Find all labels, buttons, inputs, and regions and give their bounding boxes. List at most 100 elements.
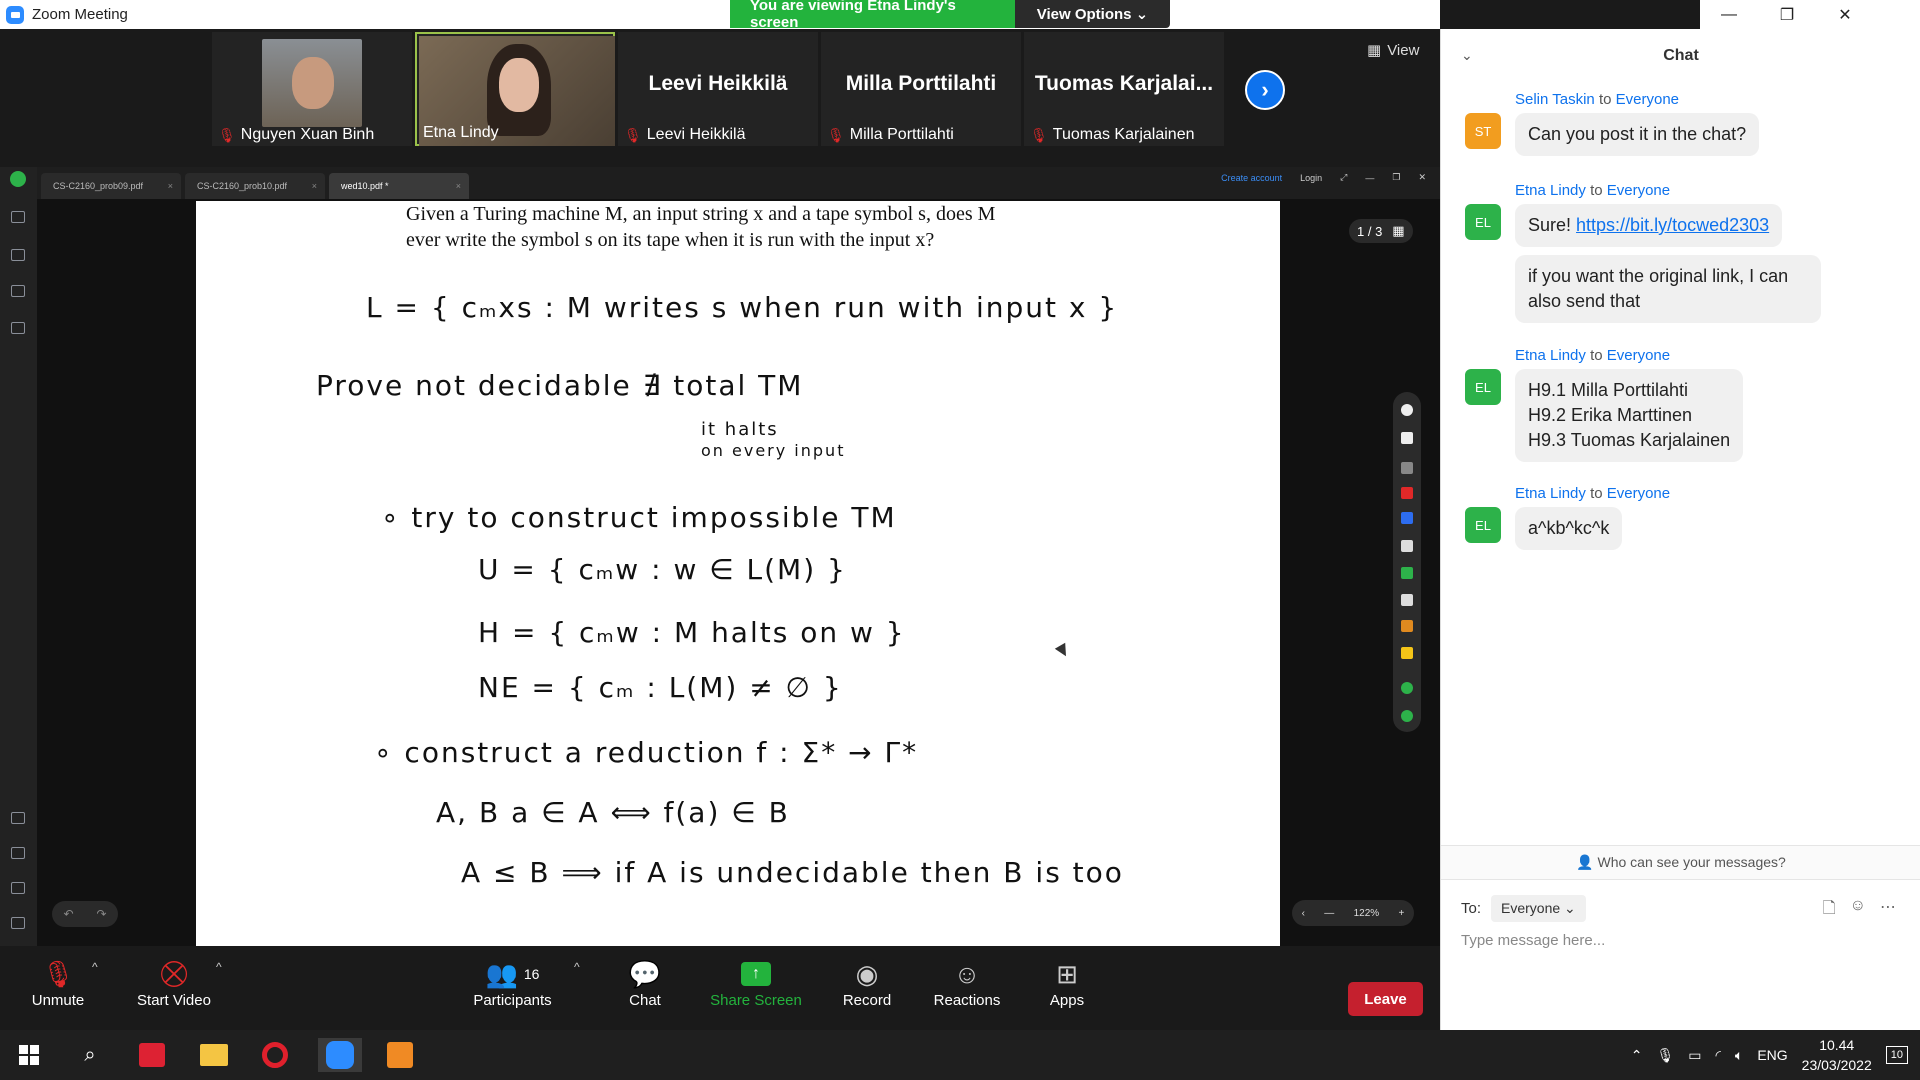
minimize-button[interactable]: —	[1700, 0, 1758, 29]
mic-muted-icon: 🎙︎	[827, 126, 845, 143]
leave-button[interactable]: Leave	[1348, 982, 1423, 1016]
add-icon[interactable]	[1401, 682, 1413, 694]
zoom-controls: ‹ — 122% +	[1292, 900, 1414, 926]
participant-tile[interactable]: Tuomas Karjalai... 🎙︎ Tuomas Karjalainen	[1024, 32, 1224, 146]
task-app-icon[interactable]	[135, 1038, 169, 1072]
mic-off-icon: 🎙︎	[41, 958, 75, 989]
apps-button[interactable]: ⊞ Apps	[1047, 956, 1087, 1010]
pencil-icon[interactable]	[1401, 540, 1413, 552]
participants-caret-icon[interactable]: ^	[574, 960, 580, 974]
viewing-status: You are viewing Etna Lindy's screen	[730, 0, 1015, 31]
more-icon[interactable]: ⋯	[1880, 897, 1896, 924]
file-explorer-icon[interactable]	[197, 1038, 231, 1072]
notifications-icon[interactable]: 10	[1885, 1046, 1908, 1064]
share-screen-button[interactable]: ↑ Share Screen	[708, 956, 804, 1009]
page-indicator[interactable]: 1 / 3 ▦	[1349, 219, 1413, 243]
recipient-dropdown[interactable]: Everyone ⌄	[1491, 895, 1586, 922]
maximize-button[interactable]: ❐	[1758, 0, 1816, 29]
participant-tile-active-speaker[interactable]: Etna Lindy	[415, 32, 615, 146]
reactions-button[interactable]: ☺ Reactions	[932, 956, 1002, 1010]
pages-icon[interactable]	[11, 211, 25, 223]
select-icon[interactable]	[1401, 432, 1413, 444]
mic-muted-icon: 🎙︎	[624, 126, 642, 143]
pdf-tab[interactable]: CS-C2160_prob09.pdf ×	[41, 173, 181, 199]
next-page-icon[interactable]: ›	[1245, 70, 1285, 110]
minimize-icon[interactable]: —	[1365, 173, 1374, 183]
organize-icon[interactable]	[11, 322, 25, 334]
record-button[interactable]: ◉ Record	[840, 956, 894, 1010]
stamp-icon[interactable]	[11, 882, 25, 894]
close-button[interactable]: ✕	[1816, 0, 1874, 29]
participant-tile[interactable]: 🎙︎ Nguyen Xuan Binh	[212, 32, 412, 146]
video-options-caret-icon[interactable]: ^	[216, 960, 222, 974]
zoom-taskbar-icon[interactable]	[318, 1038, 362, 1072]
wifi-icon[interactable]: ◜	[1716, 1047, 1721, 1064]
undo-icon[interactable]: ↶	[63, 907, 73, 921]
sync-icon[interactable]	[11, 812, 25, 824]
view-options-button[interactable]: View Options ⌄	[1015, 0, 1170, 28]
message-bubble: if you want the original link, I can als…	[1515, 255, 1821, 323]
chat-button[interactable]: 💬 Chat	[620, 956, 670, 1010]
chat-icon: 💬	[628, 958, 662, 989]
create-account-link[interactable]: Create account	[1221, 173, 1282, 183]
who-can-see-link[interactable]: 👤 Who can see your messages?	[1441, 845, 1920, 880]
restore-icon[interactable]: ❐	[1392, 172, 1400, 183]
red-pen-icon[interactable]	[1401, 487, 1413, 499]
chat-panel: ⌄ Chat ST Selin Taskin to Everyone Can y…	[1440, 29, 1920, 1030]
form-icon[interactable]	[11, 285, 25, 297]
participant-tile[interactable]: Leevi Heikkilä 🎙︎ Leevi Heikkilä	[618, 32, 818, 146]
eraser-icon[interactable]	[1401, 594, 1413, 606]
battery-icon[interactable]: ▭	[1688, 1047, 1701, 1064]
message-header: Etna Lindy to Everyone	[1515, 485, 1671, 502]
pen-icon[interactable]	[1401, 462, 1413, 474]
marker-icon[interactable]	[1401, 647, 1413, 659]
redo-icon[interactable]: ↷	[96, 907, 106, 921]
grid-icon[interactable]: ▦	[1392, 223, 1404, 239]
hand-icon[interactable]	[1401, 404, 1413, 416]
participant-gallery: 🎙︎ Nguyen Xuan Binh Etna Lindy Leevi Hei…	[0, 29, 1440, 167]
participant-tile[interactable]: Milla Porttilahti 🎙︎ Milla Porttilahti	[821, 32, 1021, 146]
pdf-sidebar	[0, 167, 37, 946]
participants-button[interactable]: 👥 16 Participants	[470, 956, 555, 1010]
zoom-out-icon[interactable]: —	[1324, 908, 1334, 919]
close-tab-icon[interactable]: ×	[456, 181, 461, 191]
close-tab-icon[interactable]: ×	[168, 181, 173, 191]
prev-page-icon[interactable]: ‹	[1302, 908, 1305, 919]
audio-options-caret-icon[interactable]: ^	[92, 960, 98, 974]
pdf-reader-icon[interactable]	[383, 1038, 417, 1072]
language-indicator[interactable]: ENG	[1757, 1047, 1787, 1063]
highlighter-icon[interactable]	[1401, 620, 1413, 632]
binoculars-icon[interactable]	[11, 249, 25, 261]
message-header: Etna Lindy to Everyone	[1515, 182, 1671, 199]
close-tab-icon[interactable]: ×	[312, 181, 317, 191]
opera-icon[interactable]	[258, 1038, 292, 1072]
chat-input[interactable]: Type message here...	[1461, 932, 1605, 949]
participant-name: Etna Lindy	[423, 124, 499, 141]
clock[interactable]: 10.44 23/03/2022	[1802, 1035, 1872, 1075]
blue-pen-icon[interactable]	[1401, 512, 1413, 524]
volume-icon[interactable]: 🔈︎	[1735, 1047, 1743, 1064]
expand-icon[interactable]: ⤢	[1340, 172, 1347, 183]
text-icon[interactable]	[1401, 567, 1413, 579]
window-title: Zoom Meeting	[32, 6, 128, 23]
close-icon[interactable]: ✕	[1418, 172, 1426, 183]
pdf-tab-active[interactable]: wed10.pdf * ×	[329, 173, 469, 199]
handwriting-line: ∘ construct a reduction f : Σ* → Γ*	[374, 736, 919, 769]
chevron-up-icon[interactable]: ⌃	[1631, 1047, 1643, 1064]
microphone-icon[interactable]: 🎙︎	[1656, 1047, 1674, 1064]
start-windows-icon[interactable]	[12, 1038, 46, 1072]
zoom-in-icon[interactable]: +	[1398, 908, 1404, 919]
settings-icon[interactable]	[11, 917, 25, 929]
history-icon[interactable]	[11, 847, 25, 859]
emoji-icon[interactable]: ☺	[1850, 897, 1866, 924]
login-link[interactable]: Login	[1300, 173, 1322, 183]
unmute-button[interactable]: 🎙︎ Unmute	[26, 956, 90, 1010]
pdf-tab[interactable]: CS-C2160_prob10.pdf ×	[185, 173, 325, 199]
play-icon[interactable]	[1401, 710, 1413, 722]
search-icon[interactable]: ⌕	[73, 1038, 107, 1072]
chat-link[interactable]: https://bit.ly/tocwed2303	[1576, 215, 1769, 235]
start-video-button[interactable]: ⛒ Start Video	[132, 956, 216, 1009]
handwriting-line: it halts	[701, 419, 779, 440]
file-icon[interactable]: 🗋	[1823, 897, 1836, 924]
view-button[interactable]: ▦ View	[1367, 41, 1419, 60]
